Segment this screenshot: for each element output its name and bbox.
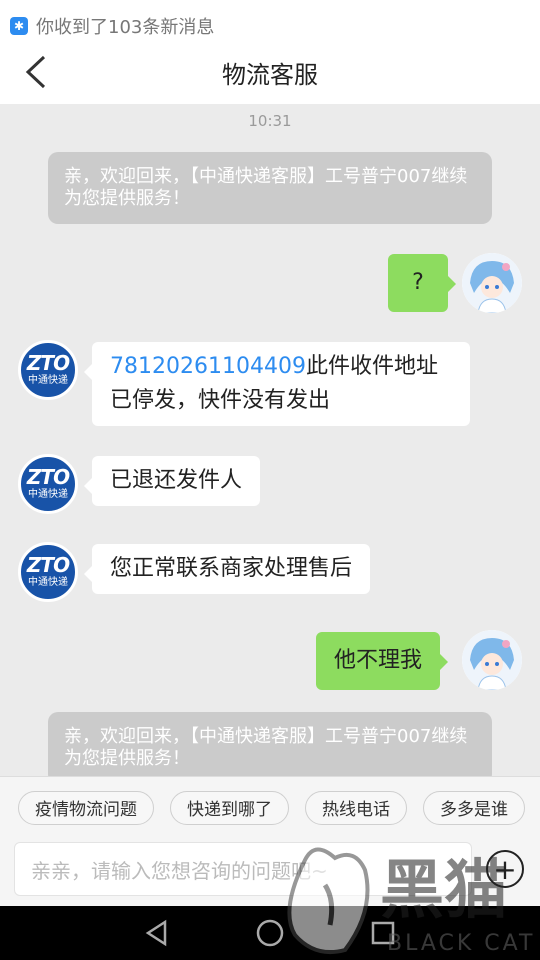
zto-logo-text: ZTO	[26, 553, 70, 577]
chat-header: 物流客服	[0, 40, 540, 104]
notification-icon: ✱	[10, 17, 28, 35]
nav-back-icon[interactable]	[140, 916, 174, 950]
input-row: 亲亲，请输入您想咨询的问题吧~ +	[0, 838, 540, 906]
user-avatar[interactable]	[462, 253, 522, 313]
page-title: 物流客服	[222, 60, 318, 89]
agent-message[interactable]: 您正常联系商家处理售后	[83, 544, 371, 594]
user-avatar[interactable]	[462, 630, 522, 690]
agent-message[interactable]: 78120261104409此件收件地址已停发，快件没有发出	[84, 342, 470, 426]
zto-avatar[interactable]: ZTO 中通快递	[18, 340, 78, 400]
nav-recent-icon[interactable]	[366, 916, 400, 950]
zto-logo-text: ZTO	[26, 465, 70, 489]
quick-reply-chip[interactable]: 疫情物流问题	[18, 790, 154, 825]
system-nav-bar	[0, 906, 540, 960]
system-message: 亲，欢迎回来，【中通快递客服】工号普宁007继续为您提供服务！	[48, 712, 492, 776]
notification-text: 你收到了103条新消息	[36, 17, 215, 38]
user-message[interactable]: ?	[388, 254, 456, 312]
system-message: 亲，欢迎回来，【中通快递客服】工号普宁007继续为您提供服务！	[48, 152, 492, 224]
message-time: 10:31	[248, 112, 292, 130]
agent-message[interactable]: 已退还发件人	[83, 456, 261, 506]
quick-reply-bar: 疫情物流问题 快递到哪了 热线电话 多多是谁	[0, 776, 540, 838]
zto-avatar[interactable]: ZTO 中通快递	[18, 542, 78, 602]
back-icon[interactable]	[22, 54, 52, 90]
user-message[interactable]: 他不理我	[316, 632, 449, 690]
zto-avatar[interactable]: ZTO 中通快递	[18, 454, 78, 514]
plus-icon[interactable]: +	[486, 850, 524, 888]
nav-home-icon[interactable]	[253, 916, 287, 950]
quick-reply-chip[interactable]: 多多是谁	[423, 790, 525, 825]
quick-reply-chip[interactable]: 快递到哪了	[170, 790, 289, 825]
zto-logo-subtext: 中通快递	[28, 375, 68, 386]
message-input[interactable]: 亲亲，请输入您想咨询的问题吧~	[14, 842, 472, 896]
tracking-number[interactable]: 78120261104409	[110, 354, 306, 379]
zto-logo-subtext: 中通快递	[28, 577, 68, 588]
zto-logo-text: ZTO	[26, 351, 70, 375]
quick-reply-chip[interactable]: 热线电话	[305, 790, 407, 825]
zto-logo-subtext: 中通快递	[28, 489, 68, 500]
chat-area[interactable]: 10:31 亲，欢迎回来，【中通快递客服】工号普宁007继续为您提供服务！ ? …	[0, 104, 540, 776]
